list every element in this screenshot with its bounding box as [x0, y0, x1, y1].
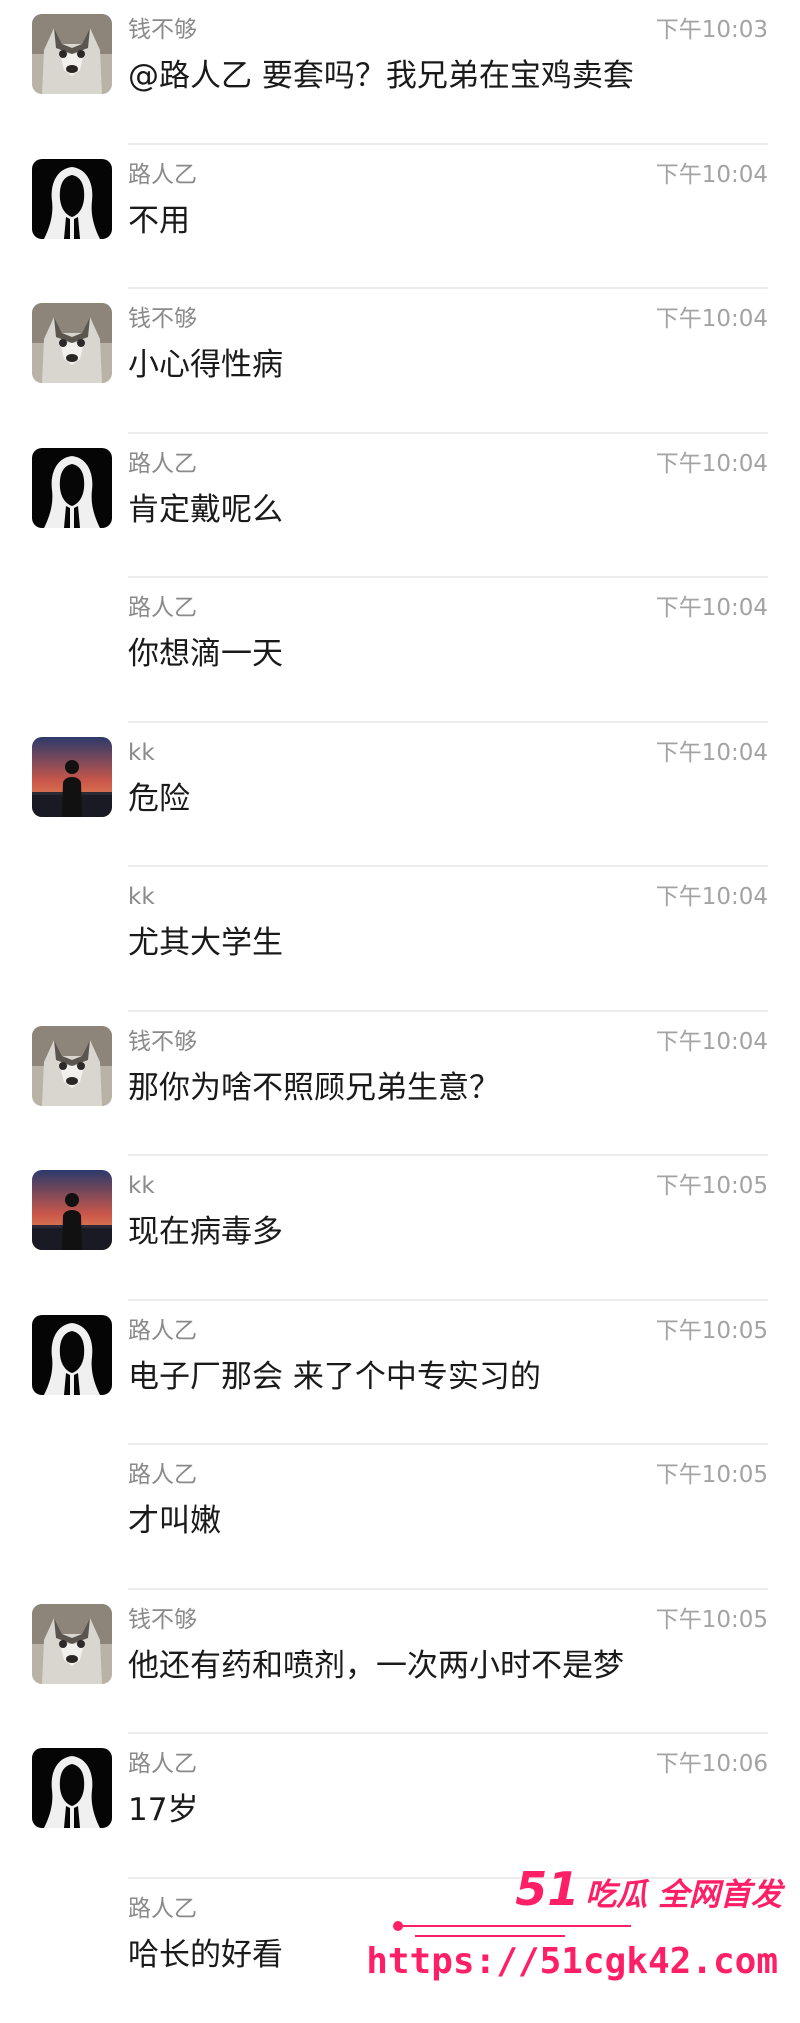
watermark-number: 51 [515, 1862, 579, 1916]
message-text: 危险 [128, 777, 190, 821]
message-text: 小心得性病 [128, 343, 283, 387]
watermark-url: https://51cgk42.com [366, 1939, 778, 1985]
message-text: 你想滴一天 [128, 632, 283, 676]
avatar-husky[interactable] [32, 303, 112, 383]
message-text: 现在病毒多 [128, 1210, 283, 1254]
sender-name: kk [128, 737, 155, 769]
sender-name: 钱不够 [128, 1026, 197, 1058]
message-time: 下午10:04 [656, 303, 768, 335]
avatar-hooded[interactable] [32, 1315, 112, 1395]
message-text: 肯定戴呢么 [128, 488, 283, 532]
sender-name: 路人乙 [128, 592, 197, 624]
message-row[interactable]: kk 下午10:04 危险 [0, 723, 800, 868]
message-text: 不用 [128, 199, 190, 243]
sender-name: 路人乙 [128, 159, 197, 191]
message-time: 下午10:05 [656, 1604, 768, 1636]
message-row[interactable]: 钱不够 下午10:03 @路人乙 要套吗？我兄弟在宝鸡卖套 [0, 0, 800, 145]
sender-name: kk [128, 881, 155, 913]
message-time: 下午10:05 [656, 1315, 768, 1347]
sender-name: 钱不够 [128, 1604, 197, 1636]
message-text: 他还有药和喷剂，一次两小时不是梦 [128, 1644, 624, 1688]
message-row[interactable]: 钱不够 下午10:05 他还有药和喷剂，一次两小时不是梦 [0, 1590, 800, 1735]
message-row[interactable]: 路人乙 下午10:05 电子厂那会 来了个中专实习的 [0, 1301, 800, 1446]
message-row[interactable]: 路人乙 下午10:04 肯定戴呢么 [0, 434, 800, 579]
watermark-circuit-line [415, 1935, 565, 1937]
message-time: 下午10:03 [656, 14, 768, 46]
message-text: 电子厂那会 来了个中专实习的 [128, 1355, 541, 1399]
avatar-husky[interactable] [32, 1604, 112, 1684]
avatar-husky[interactable] [32, 14, 112, 94]
avatar-hooded[interactable] [32, 159, 112, 239]
sender-name: 钱不够 [128, 303, 197, 335]
avatar-sunset[interactable] [32, 1170, 112, 1250]
message-row[interactable]: 路人乙 下午10:04 你想滴一天 [0, 578, 800, 723]
watermark-circuit-line [401, 1925, 631, 1927]
message-row[interactable]: 路人乙 下午10:04 不用 [0, 145, 800, 290]
sender-name: 路人乙 [128, 1315, 197, 1347]
message-text: 才叫嫩 [128, 1499, 221, 1543]
message-time: 下午10:06 [656, 1748, 768, 1780]
sender-name: 钱不够 [128, 14, 197, 46]
watermark-title: 51吃瓜 全网首发 [515, 1867, 782, 1922]
message-row[interactable]: 钱不够 下午10:04 那你为啥不照顾兄弟生意？ [0, 1012, 800, 1157]
message-time: 下午10:05 [656, 1170, 768, 1202]
message-text: 17岁 [128, 1788, 198, 1832]
message-time: 下午10:04 [656, 448, 768, 480]
sender-name: 路人乙 [128, 1459, 197, 1491]
message-time: 下午10:05 [656, 1459, 768, 1491]
message-time: 下午10:04 [656, 592, 768, 624]
watermark-tagline: 吃瓜 全网首发 [585, 1877, 782, 1913]
message-text: 哈长的好看 [128, 1933, 283, 1977]
sender-name: 路人乙 [128, 1893, 197, 1925]
message-row[interactable]: kk 下午10:05 现在病毒多 [0, 1156, 800, 1301]
message-row[interactable]: 路人乙 下午10:05 才叫嫩 [0, 1445, 800, 1590]
message-time: 下午10:04 [656, 881, 768, 913]
message-time: 下午10:04 [656, 159, 768, 191]
message-time: 下午10:04 [656, 1026, 768, 1058]
message-row[interactable]: 钱不够 下午10:04 小心得性病 [0, 289, 800, 434]
message-time: 下午10:04 [656, 737, 768, 769]
avatar-husky[interactable] [32, 1026, 112, 1106]
sender-name: 路人乙 [128, 1748, 197, 1780]
message-text: 尤其大学生 [128, 921, 283, 965]
watermark: 51吃瓜 全网首发 https://51cgk42.com [385, 1855, 790, 2000]
chat-message-list[interactable]: 钱不够 下午10:03 @路人乙 要套吗？我兄弟在宝鸡卖套 路人乙 下午10:0… [0, 0, 800, 2023]
message-text: @路人乙 要套吗？我兄弟在宝鸡卖套 [128, 54, 634, 98]
message-row[interactable]: kk 下午10:04 尤其大学生 [0, 867, 800, 1012]
avatar-hooded[interactable] [32, 448, 112, 528]
sender-name: kk [128, 1170, 155, 1202]
message-text: 那你为啥不照顾兄弟生意？ [128, 1066, 500, 1110]
avatar-sunset[interactable] [32, 737, 112, 817]
sender-name: 路人乙 [128, 448, 197, 480]
avatar-hooded[interactable] [32, 1748, 112, 1828]
